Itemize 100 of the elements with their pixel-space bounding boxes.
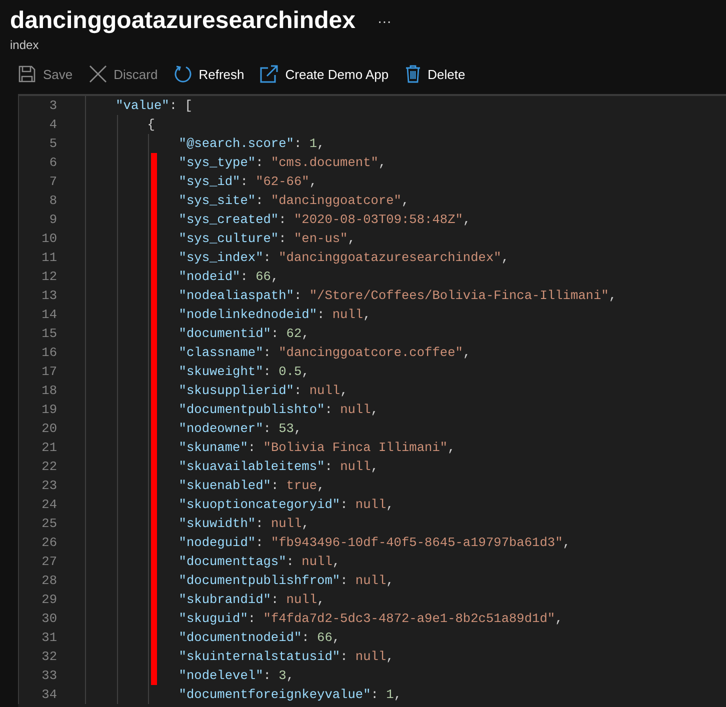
- punctuation: :: [256, 193, 264, 208]
- punctuation: ,: [317, 478, 325, 493]
- number-value: 1: [386, 687, 394, 702]
- line-number: 9: [18, 210, 57, 229]
- trash-icon: [404, 65, 421, 83]
- string-value: "62-66": [256, 174, 310, 189]
- literal-value: null: [355, 497, 386, 512]
- line-number: 4: [18, 115, 57, 134]
- line-number: 7: [18, 172, 57, 191]
- json-key: "skuoptioncategoryid": [178, 497, 340, 512]
- literal-value: null: [340, 402, 371, 417]
- json-key: "@search.score": [178, 136, 294, 151]
- punctuation: ,: [302, 326, 310, 341]
- line-number: 12: [18, 267, 57, 286]
- line-number: 23: [18, 476, 57, 495]
- punctuation: ,: [386, 649, 394, 664]
- line-number: 14: [18, 305, 57, 324]
- line-number: 6: [18, 153, 57, 172]
- number-value: 3: [278, 668, 286, 683]
- punctuation: ,: [462, 345, 471, 360]
- punctuation: ,: [363, 307, 371, 322]
- punctuation: ,: [555, 611, 563, 626]
- line-number: 33: [18, 666, 57, 685]
- code-editor[interactable]: [18, 94, 726, 707]
- punctuation: ,: [340, 383, 348, 398]
- number-value: 1: [309, 136, 318, 151]
- literal-value: null: [270, 516, 302, 531]
- close-icon: [88, 65, 107, 83]
- punctuation: :: [263, 668, 272, 683]
- json-key: "nodelevel": [178, 668, 264, 683]
- json-key: "sys_culture": [178, 231, 279, 246]
- number-value: 53: [278, 421, 294, 436]
- json-key: "nodeowner": [178, 421, 264, 436]
- punctuation: ,: [302, 364, 310, 379]
- string-value: "dancinggoatcore": [270, 193, 402, 208]
- json-key: "nodeid": [178, 269, 240, 284]
- line-number: 26: [18, 533, 57, 552]
- json-key: "sys_created": [178, 212, 279, 227]
- json-key: "skuinternalstatusid": [178, 649, 340, 664]
- punctuation: :: [256, 516, 264, 531]
- json-key: "sys_type": [178, 155, 256, 170]
- json-key: "skuavailableitems": [178, 459, 325, 474]
- punctuation: ,: [332, 554, 340, 569]
- string-value: "en-us": [294, 231, 348, 246]
- json-key: "sys_site": [178, 193, 256, 208]
- json-key: "skuweight": [178, 364, 264, 379]
- punctuation: ,: [317, 136, 325, 151]
- string-value: "f4fda7d2-5dc3-4872-a9e1-8b2c51a89d1d": [263, 611, 556, 626]
- string-value: "dancinggoatcore.coffee": [278, 345, 463, 360]
- line-number: 24: [18, 495, 57, 514]
- page-title: dancinggoatazuresearchindex: [10, 6, 356, 36]
- line-number: 27: [18, 552, 57, 571]
- punctuation: :: [256, 535, 264, 550]
- string-value: "cms.document": [270, 155, 378, 170]
- string-value: "/Store/Coffees/Bolivia-Finca-Illimani": [309, 288, 609, 303]
- delete-button[interactable]: Delete: [404, 63, 466, 85]
- more-button[interactable]: ···: [373, 13, 396, 29]
- literal-value: null: [332, 307, 364, 322]
- line-number: 11: [18, 248, 57, 267]
- punctuation: ,: [501, 250, 510, 265]
- number-value: 0.5: [278, 364, 302, 379]
- json-key: "documentid": [178, 326, 271, 341]
- line-number: 19: [18, 400, 57, 419]
- line-number: 31: [18, 628, 57, 647]
- punctuation: :: [263, 421, 272, 436]
- literal-value: null: [286, 592, 318, 607]
- punctuation: :: [240, 269, 249, 284]
- punctuation: ,: [378, 155, 386, 170]
- json-key: "skuwidth": [178, 516, 256, 531]
- punctuation: :: [294, 288, 303, 303]
- literal-value: null: [302, 554, 332, 569]
- punctuation: ,: [448, 440, 456, 455]
- punctuation: :: [270, 592, 280, 607]
- json-key: "classname": [178, 345, 264, 360]
- string-value: "fb943496-10df-40f5-8645-a19797ba61d3": [270, 535, 563, 550]
- punctuation: ,: [562, 535, 570, 550]
- punctuation: :: [340, 573, 349, 588]
- json-key: "documenttags": [178, 554, 286, 569]
- punctuation: :: [278, 212, 288, 227]
- external-link-icon: [260, 65, 278, 83]
- refresh-button[interactable]: Refresh: [174, 63, 244, 85]
- json-key: "documentpublishto": [178, 402, 325, 417]
- punctuation: ,: [309, 174, 318, 189]
- json-key: "documentforeignkeyvalue": [178, 687, 371, 702]
- json-key: "skuguid": [178, 611, 248, 626]
- save-icon: [18, 65, 36, 83]
- external-button[interactable]: Create Demo App: [260, 63, 389, 85]
- literal-value: true: [286, 478, 318, 493]
- json-key: "skuenabled": [178, 478, 271, 493]
- punctuation: :: [278, 231, 288, 246]
- punctuation: :: [324, 402, 334, 417]
- punctuation: :: [370, 687, 380, 702]
- punctuation: :: [286, 554, 295, 569]
- punctuation: :: [256, 155, 264, 170]
- punctuation: ,: [270, 269, 279, 284]
- string-value: "dancinggoatazuresearchindex": [278, 250, 502, 265]
- number-value: 62: [286, 326, 302, 341]
- punctuation: ,: [294, 421, 302, 436]
- line-number: 34: [18, 685, 57, 704]
- line-number: 10: [18, 229, 57, 248]
